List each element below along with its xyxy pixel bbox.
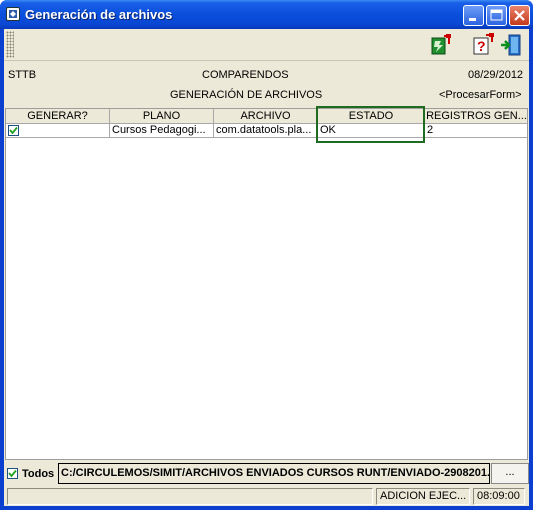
todos-label[interactable]: Todos [22, 468, 54, 480]
column-header-plano[interactable]: PLANO [110, 109, 214, 124]
estado-highlight-box [316, 106, 425, 143]
status-bar: ADICION EJEC... 08:09:00 [4, 486, 529, 506]
table-cell-generar[interactable] [6, 124, 110, 138]
column-header-archivo[interactable]: ARCHIVO [214, 109, 318, 124]
minimize-button[interactable] [463, 5, 484, 26]
app-window: Generación de archivos ? STTB COMPARENDO… [0, 0, 533, 510]
close-icon [514, 10, 525, 21]
module-label: STTB [8, 69, 37, 81]
column-header-generar[interactable]: GENERAR? [6, 109, 110, 124]
exit-button[interactable] [499, 32, 523, 58]
checkbox-check-icon [8, 469, 17, 478]
maximize-icon [490, 9, 503, 21]
title-bar[interactable]: Generación de archivos [0, 0, 533, 29]
status-message [7, 488, 373, 505]
checkbox-check-icon [9, 126, 18, 135]
toolbar-grip[interactable] [6, 31, 14, 58]
generar-checkbox[interactable] [8, 125, 19, 136]
table-cell-plano[interactable]: Cursos Pedagogi... [110, 124, 214, 138]
window-title: Generación de archivos [25, 7, 173, 22]
process-icon [431, 34, 451, 55]
todos-checkbox[interactable] [7, 468, 18, 479]
footer-bar: Todos C:/CIRCULEMOS/SIMIT/ARCHIVOS ENVIA… [4, 461, 529, 485]
status-time: 08:09:00 [473, 488, 525, 505]
page-subtitle: GENERACIÓN DE ARCHIVOS [170, 89, 323, 101]
exit-icon [501, 34, 521, 56]
form-label: <ProcesarForm> [439, 89, 522, 101]
close-button[interactable] [509, 5, 530, 26]
window-icon [6, 7, 20, 21]
date-label: 08/29/2012 [468, 69, 524, 81]
page-title: COMPARENDOS [202, 69, 289, 81]
svg-text:?: ? [477, 38, 486, 54]
table-cell-registros[interactable]: 2 [425, 124, 527, 138]
process-button[interactable] [429, 32, 453, 58]
toolbar: ? [4, 29, 529, 61]
status-mode: ADICION EJEC... [376, 488, 470, 505]
maximize-button[interactable] [486, 5, 507, 26]
minimize-icon [469, 18, 476, 21]
column-header-registros[interactable]: REGISTROS GEN... [425, 109, 527, 124]
client-area: ? STTB COMPARENDOS 08/29/2012 GENERACIÓN… [4, 29, 529, 506]
browse-button[interactable]: ... [491, 463, 529, 484]
help-button[interactable]: ? [471, 32, 495, 58]
files-table: GENERAR? PLANO ARCHIVO ESTADO REGISTROS … [5, 108, 528, 460]
output-path-field[interactable]: C:/CIRCULEMOS/SIMIT/ARCHIVOS ENVIADOS CU… [58, 463, 490, 484]
help-icon: ? [473, 33, 494, 55]
table-cell-archivo[interactable]: com.datatools.pla... [214, 124, 318, 138]
